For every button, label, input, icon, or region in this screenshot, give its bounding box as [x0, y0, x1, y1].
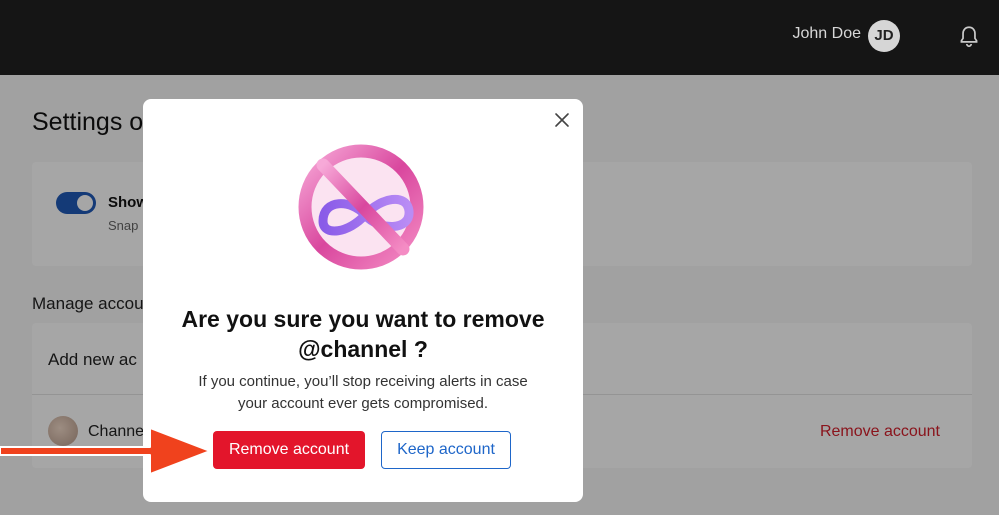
bell-icon[interactable]	[956, 24, 982, 50]
pointer-arrow-icon	[0, 427, 211, 475]
modal-title: Are you sure you want to remove @channel…	[143, 304, 583, 364]
keep-account-button[interactable]: Keep account	[381, 431, 511, 469]
prohibited-infinity-icon	[298, 144, 424, 270]
modal-title-line2: @channel ?	[298, 336, 428, 362]
top-bar: John Doe JD	[0, 0, 999, 75]
modal-title-line1: Are you sure you want to remove	[181, 306, 545, 332]
modal-body: If you continue, you’ll stop receiving a…	[173, 371, 553, 415]
close-icon[interactable]	[551, 109, 573, 131]
modal-body-line1: If you continue, you’ll stop receiving a…	[198, 373, 528, 390]
remove-account-button[interactable]: Remove account	[213, 431, 365, 469]
user-avatar[interactable]: JD	[868, 20, 900, 52]
user-name[interactable]: John Doe	[793, 25, 862, 43]
modal-body-line2: your account ever gets compromised.	[237, 395, 489, 412]
